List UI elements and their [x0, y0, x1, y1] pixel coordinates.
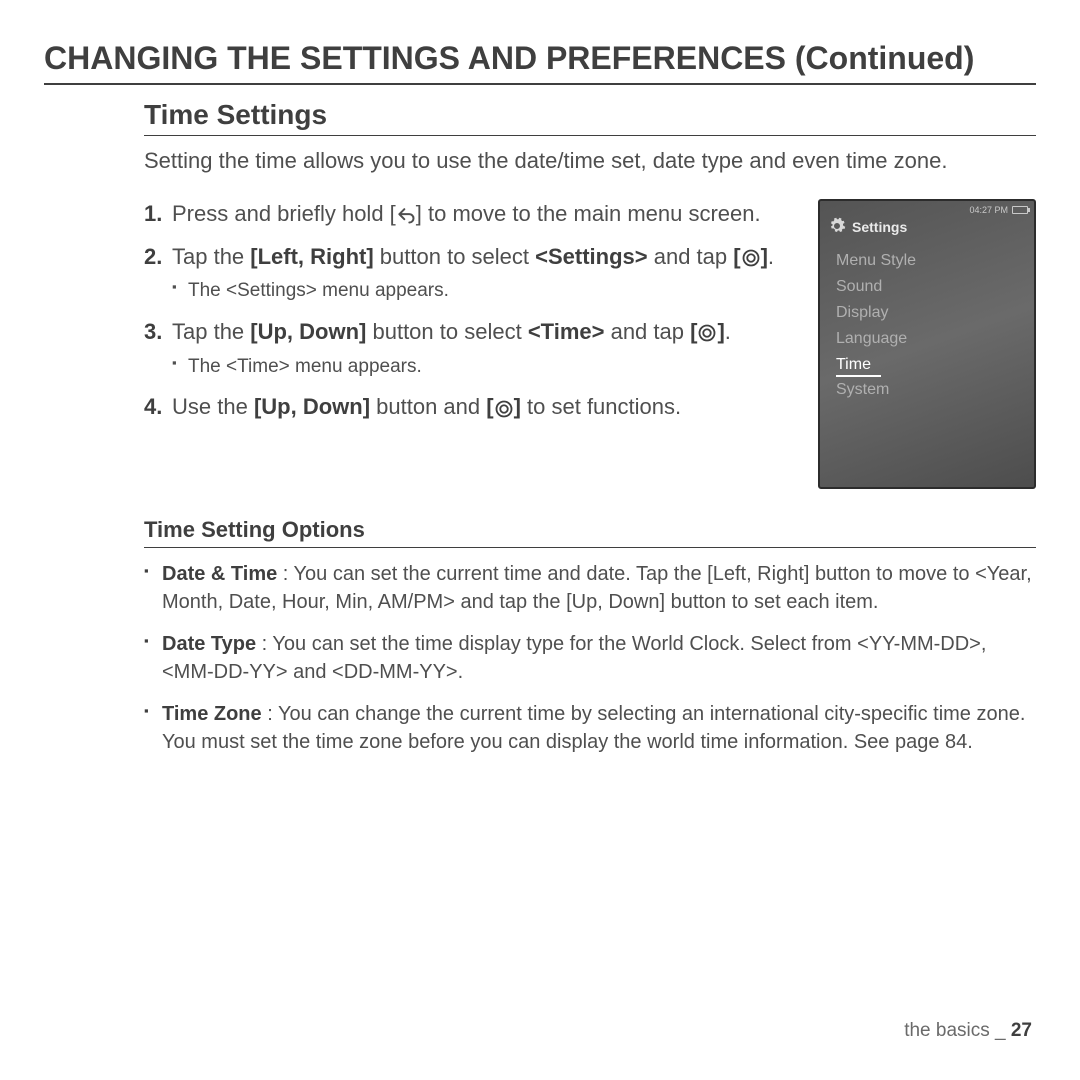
- step-2: 2. Tap the [Left, Right] button to selec…: [144, 242, 792, 305]
- step-1: 1. Press and briefly hold [] to move to …: [144, 199, 792, 230]
- option-date-type: Date Type : You can set the time display…: [144, 630, 1036, 686]
- device-menu-item-selected: Time: [836, 352, 881, 377]
- option-label: Time Zone: [162, 703, 262, 725]
- subsection-heading: Time Setting Options: [144, 517, 1036, 548]
- page-footer: the basics _ 27: [904, 1020, 1032, 1042]
- option-label: Date Type: [162, 633, 256, 655]
- device-menu-item: Menu Style: [836, 248, 1018, 274]
- device-status-bar: 04:27 PM: [820, 201, 1034, 215]
- t: ]: [514, 394, 521, 419]
- t: <Settings>: [535, 244, 647, 269]
- option-text: : You can change the current time by sel…: [162, 703, 1025, 753]
- device-menu-item: Sound: [836, 274, 1018, 300]
- step-1-text-a: Press and briefly hold [: [172, 201, 396, 226]
- device-menu-item: Display: [836, 300, 1018, 326]
- section-heading: Time Settings: [144, 99, 1036, 136]
- t: [: [690, 319, 697, 344]
- device-menu-item: Language: [836, 326, 1018, 352]
- t: ]: [761, 244, 768, 269]
- t: and tap: [604, 319, 690, 344]
- t: [: [733, 244, 740, 269]
- step-1-text-b: ] to move to the main menu screen.: [416, 201, 761, 226]
- options-list: Date & Time : You can set the current ti…: [144, 560, 1036, 756]
- device-menu: Menu Style Sound Display Language Time S…: [820, 248, 1034, 403]
- t: [: [486, 394, 493, 419]
- back-icon: [396, 205, 416, 225]
- t: and tap: [648, 244, 734, 269]
- page-title: CHANGING THE SETTINGS AND PREFERENCES (C…: [44, 40, 1036, 85]
- device-time: 04:27 PM: [969, 205, 1008, 215]
- option-text: : You can set the time display type for …: [162, 633, 986, 683]
- step-3-sub: The <Time> menu appears.: [172, 354, 792, 381]
- select-icon: [741, 248, 761, 268]
- t: Tap the: [172, 319, 250, 344]
- step-4: 4. Use the [Up, Down] button and [] to s…: [144, 392, 792, 423]
- t: .: [768, 244, 774, 269]
- t: button and: [370, 394, 486, 419]
- device-screenshot: 04:27 PM Settings Menu Style Sound Displ…: [818, 199, 1036, 489]
- page-number: 27: [1011, 1020, 1032, 1041]
- step-2-sub: The <Settings> menu appears.: [172, 278, 792, 305]
- t: Use the: [172, 394, 254, 419]
- t: to set functions.: [521, 394, 681, 419]
- option-date-time: Date & Time : You can set the current ti…: [144, 560, 1036, 616]
- device-header: Settings: [820, 215, 1034, 248]
- select-icon: [494, 399, 514, 419]
- device-menu-item: System: [836, 377, 1018, 403]
- t: [Up, Down]: [254, 394, 370, 419]
- instructions: 1. Press and briefly hold [] to move to …: [144, 199, 792, 489]
- device-title: Settings: [852, 219, 907, 235]
- footer-sep: _: [990, 1020, 1011, 1041]
- option-label: Date & Time: [162, 563, 277, 585]
- t: ]: [717, 319, 724, 344]
- option-time-zone: Time Zone : You can change the current t…: [144, 700, 1036, 756]
- t: button to select: [366, 319, 527, 344]
- footer-section: the basics: [904, 1020, 990, 1041]
- select-icon: [697, 323, 717, 343]
- t: .: [725, 319, 731, 344]
- step-3: 3. Tap the [Up, Down] button to select <…: [144, 317, 792, 380]
- gear-icon: [828, 217, 846, 238]
- t: <Time>: [528, 319, 605, 344]
- intro-text: Setting the time allows you to use the d…: [144, 146, 1036, 177]
- t: [Left, Right]: [250, 244, 373, 269]
- option-text: : You can set the current time and date.…: [162, 563, 1032, 613]
- t: button to select: [374, 244, 535, 269]
- battery-icon: [1012, 206, 1028, 214]
- t: [Up, Down]: [250, 319, 366, 344]
- t: Tap the: [172, 244, 250, 269]
